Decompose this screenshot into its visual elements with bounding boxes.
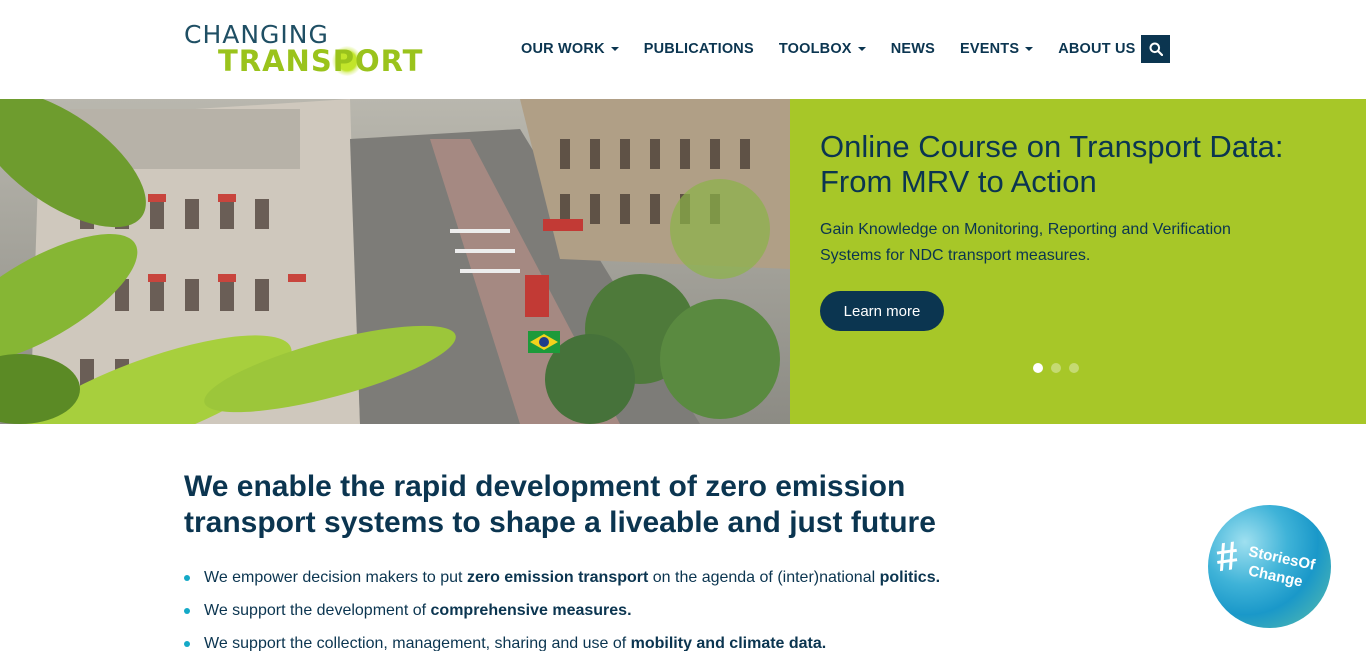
site-header: CHANGING TRANSPORT OUR WORK PUBLICATIONS… [0, 0, 1366, 99]
bullet-text: We support the development of [204, 602, 431, 619]
nav-item-about-us[interactable]: ABOUT US [1058, 41, 1150, 57]
carousel-dot-3[interactable] [1069, 363, 1079, 373]
city-street-photo [0, 99, 790, 424]
search-icon [1149, 42, 1163, 56]
hero-text-panel: Online Course on Transport Data: From MR… [790, 99, 1366, 424]
bullet-bold: politics. [879, 569, 941, 586]
chevron-down-icon [1025, 47, 1034, 51]
hero-title: Online Course on Transport Data: From MR… [820, 129, 1284, 199]
carousel-dot-2[interactable] [1051, 363, 1061, 373]
bullet-bold: comprehensive measures. [430, 602, 632, 619]
bullet-bold: mobility and climate data. [630, 635, 827, 651]
nav-item-label: EVENTS [960, 41, 1020, 57]
main-nav: OUR WORK PUBLICATIONS TOOLBOX NEWS EVENT… [521, 35, 1150, 63]
mission-list: We empower decision makers to put zero e… [184, 561, 940, 651]
chevron-down-icon [610, 47, 619, 51]
nav-item-news[interactable]: NEWS [891, 41, 935, 57]
nav-item-label: NEWS [890, 41, 935, 57]
list-item: We empower decision makers to put zero e… [184, 561, 940, 594]
list-item: We support the collection, management, s… [184, 627, 940, 651]
search-button[interactable] [1141, 35, 1170, 63]
learn-more-button[interactable]: Learn more [820, 291, 944, 331]
nav-item-label: PUBLICATIONS [643, 41, 754, 57]
nav-item-our-work[interactable]: OUR WORK [521, 41, 619, 57]
stories-of-change-badge[interactable]: # StoriesOf Change [1208, 505, 1331, 628]
hashtag-glyph: # [1212, 533, 1242, 581]
hero-carousel: Online Course on Transport Data: From MR… [0, 99, 1366, 424]
bullet-text: We empower decision makers to put [204, 569, 467, 586]
bullet-bold: zero emission transport [466, 569, 649, 586]
bullet-text: We support the collection, management, s… [204, 635, 631, 651]
site-logo[interactable]: CHANGING TRANSPORT [184, 22, 422, 76]
nav-item-label: TOOLBOX [778, 41, 852, 57]
nav-item-publications[interactable]: PUBLICATIONS [644, 41, 754, 57]
nav-item-events[interactable]: EVENTS [960, 41, 1034, 57]
hero-description: Gain Knowledge on Monitoring, Reporting … [820, 221, 1231, 264]
carousel-indicators [1033, 363, 1079, 373]
logo-line-2: TRANSPORT [218, 44, 424, 78]
list-item: We support the development of comprehens… [184, 594, 940, 627]
nav-item-label: OUR WORK [521, 41, 605, 57]
bullet-text: on the agenda of (inter)national [648, 569, 880, 586]
carousel-dot-1[interactable] [1033, 363, 1043, 373]
mission-headline: We enable the rapid development of zero … [184, 470, 936, 539]
chevron-down-icon [857, 47, 866, 51]
hero-image [0, 99, 790, 424]
nav-item-toolbox[interactable]: TOOLBOX [779, 41, 866, 57]
nav-item-label: ABOUT US [1058, 41, 1136, 57]
